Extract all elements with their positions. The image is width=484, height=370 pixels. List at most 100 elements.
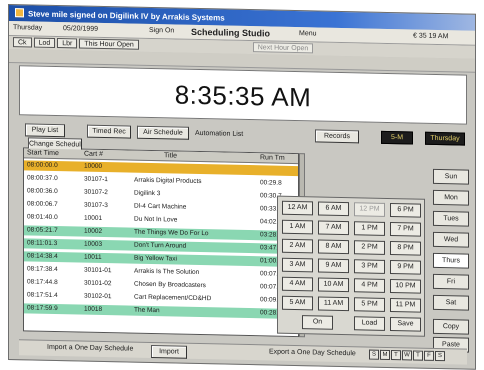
hour-button-9-am[interactable]: 9 AM: [318, 258, 349, 274]
cell-start-time: 08:11:01.3: [27, 239, 58, 248]
time-readout: € 35 19 AM: [413, 32, 449, 41]
export-day-button[interactable]: S: [435, 350, 445, 362]
cell-start-time: 08:00:00.0: [27, 161, 58, 170]
table-row[interactable]: 08:17:59.9 10018 The Man 00:28.78: [24, 303, 298, 320]
cell-title: Cart Replacement/CD&HD: [134, 293, 212, 303]
air-schedule-button[interactable]: Air Schedule: [137, 125, 189, 140]
hour-button-5-am[interactable]: 5 AM: [282, 295, 313, 311]
cell-start-time: 08:00:06.7: [27, 200, 58, 209]
hour-button-12-pm[interactable]: 12 PM: [354, 202, 385, 217]
menu-button[interactable]: Menu: [299, 30, 317, 37]
day-badge[interactable]: Thursday: [425, 131, 465, 146]
hour-button-11-pm[interactable]: 11 PM: [390, 298, 421, 313]
hour-button-7-am[interactable]: 7 AM: [318, 220, 349, 236]
day-button-sun[interactable]: Sun: [433, 168, 469, 185]
cell-cart: 30107-1: [84, 175, 108, 184]
import-button[interactable]: Import: [151, 344, 187, 359]
day-label: Thursday: [13, 24, 43, 32]
hour-button-1-am[interactable]: 1 AM: [282, 219, 313, 235]
col-run-time: Run Tm: [260, 154, 285, 162]
export-day-button[interactable]: W: [402, 350, 412, 361]
tab-lod[interactable]: Lod: [33, 37, 56, 48]
mode-badge[interactable]: 5-M: [381, 130, 413, 145]
hour-button-8-pm[interactable]: 8 PM: [390, 241, 421, 256]
hour-button-6-am[interactable]: 6 AM: [318, 201, 349, 217]
clock-display: 8:35:35 AM: [19, 65, 467, 125]
hour-button-5-pm[interactable]: 5 PM: [354, 297, 385, 312]
hour-button-1-pm[interactable]: 1 PM: [354, 221, 385, 236]
col-title: Title: [164, 152, 177, 160]
app-icon: [15, 8, 24, 18]
cell-cart: 10000: [84, 162, 103, 170]
hour-button-10-am[interactable]: 10 AM: [318, 277, 349, 293]
tab-this-hour-open[interactable]: This Hour Open: [79, 38, 139, 50]
cell-run-time: 00:29.8: [260, 179, 282, 187]
col-start-time: Start Time: [27, 149, 59, 158]
app-title: Scheduling Studio: [191, 26, 270, 39]
cell-cart: 30102-01: [84, 292, 112, 301]
day-button-mon[interactable]: Mon: [433, 189, 469, 206]
bottom-bar: Import a One Day Schedule Import Export …: [19, 339, 467, 365]
cell-cart: 30101-02: [84, 279, 112, 288]
cell-title: Chosen By Broadcasters: [134, 280, 206, 290]
on-button[interactable]: On: [302, 315, 333, 330]
hour-button-4-pm[interactable]: 4 PM: [354, 278, 385, 293]
cell-cart: 10001: [84, 214, 103, 222]
sign-on-button[interactable]: Sign On: [149, 27, 174, 35]
hour-button-7-pm[interactable]: 7 PM: [390, 222, 421, 237]
tab-lbr[interactable]: Lbr: [57, 38, 78, 49]
hour-button-4-am[interactable]: 4 AM: [282, 276, 313, 292]
cell-start-time: 08:00:37.0: [27, 174, 58, 183]
cell-title: Don't Turn Around: [134, 241, 187, 250]
export-day-button[interactable]: F: [424, 350, 434, 361]
tab-next-hour-open[interactable]: Next Hour Open: [252, 42, 314, 54]
cell-title: The Man: [134, 306, 160, 315]
day-selector: Sun Mon Tues Wed Thurs Fri Sat Copy Paste: [433, 168, 471, 353]
day-button-wed[interactable]: Wed: [433, 231, 469, 248]
day-button-fri[interactable]: Fri: [433, 273, 469, 290]
export-day-buttons: SMTWTFS: [369, 349, 446, 362]
copy-button[interactable]: Copy: [433, 318, 469, 335]
cell-title: Dl-4 Cart Machine: [134, 202, 187, 211]
day-button-sat[interactable]: Sat: [433, 294, 469, 311]
cell-start-time: 08:14:38.4: [27, 252, 58, 261]
app-window: Steve mile signed on Digilink IV by Arra…: [8, 4, 476, 370]
load-button[interactable]: Load: [354, 316, 385, 331]
date-label: 05/20/1999: [63, 25, 99, 33]
cell-title: Du Not In Love: [134, 215, 178, 224]
cell-title: Big Yellow Taxi: [134, 254, 177, 263]
day-button-thurs[interactable]: Thurs: [433, 252, 469, 269]
hour-button-2-am[interactable]: 2 AM: [282, 238, 313, 254]
records-button[interactable]: Records: [315, 129, 359, 144]
export-day-button[interactable]: T: [413, 350, 423, 361]
playlist-table[interactable]: Change Schedule Start Time Cart # Title …: [23, 137, 302, 338]
cell-cart: 30107-2: [84, 188, 108, 197]
hour-button-10-pm[interactable]: 10 PM: [390, 279, 421, 294]
timed-rec-button[interactable]: Timed Rec: [87, 124, 131, 139]
cell-start-time: 08:01:40.0: [27, 213, 58, 222]
cell-cart: 10018: [84, 305, 103, 313]
export-label: Export a One Day Schedule: [269, 348, 356, 358]
cell-start-time: 08:05:21.7: [27, 226, 58, 235]
hour-button-9-pm[interactable]: 9 PM: [390, 260, 421, 275]
hour-button-3-pm[interactable]: 3 PM: [354, 259, 385, 274]
hour-button-6-pm[interactable]: 6 PM: [390, 203, 421, 218]
hour-grid: 12 AM 6 AM 12 PM 6 PM 1 AM 7 AM 1 PM 7 PM 2 AM 8 …: [277, 195, 425, 337]
play-list-button[interactable]: Play List: [25, 123, 65, 138]
cell-start-time: 08:17:51.4: [27, 291, 58, 300]
hour-button-12-am[interactable]: 12 AM: [282, 200, 313, 216]
export-day-button[interactable]: T: [391, 350, 401, 361]
tab-ck[interactable]: Ck: [13, 37, 32, 48]
hour-button-8-am[interactable]: 8 AM: [318, 239, 349, 255]
save-button[interactable]: Save: [390, 317, 421, 332]
toolbar: Play List Timed Rec Air Schedule Automat…: [19, 123, 467, 148]
hour-button-11-am[interactable]: 11 AM: [318, 296, 349, 312]
cell-start-time: 08:17:59.9: [27, 304, 58, 313]
hour-button-2-pm[interactable]: 2 PM: [354, 240, 385, 255]
day-button-tues[interactable]: Tues: [433, 210, 469, 227]
export-day-button[interactable]: M: [380, 349, 390, 361]
export-day-button[interactable]: S: [369, 349, 379, 360]
cell-cart: 10011: [84, 253, 102, 261]
title-text: Steve mile signed on Digilink IV by Arra…: [28, 9, 225, 23]
hour-button-3-am[interactable]: 3 AM: [282, 257, 313, 273]
